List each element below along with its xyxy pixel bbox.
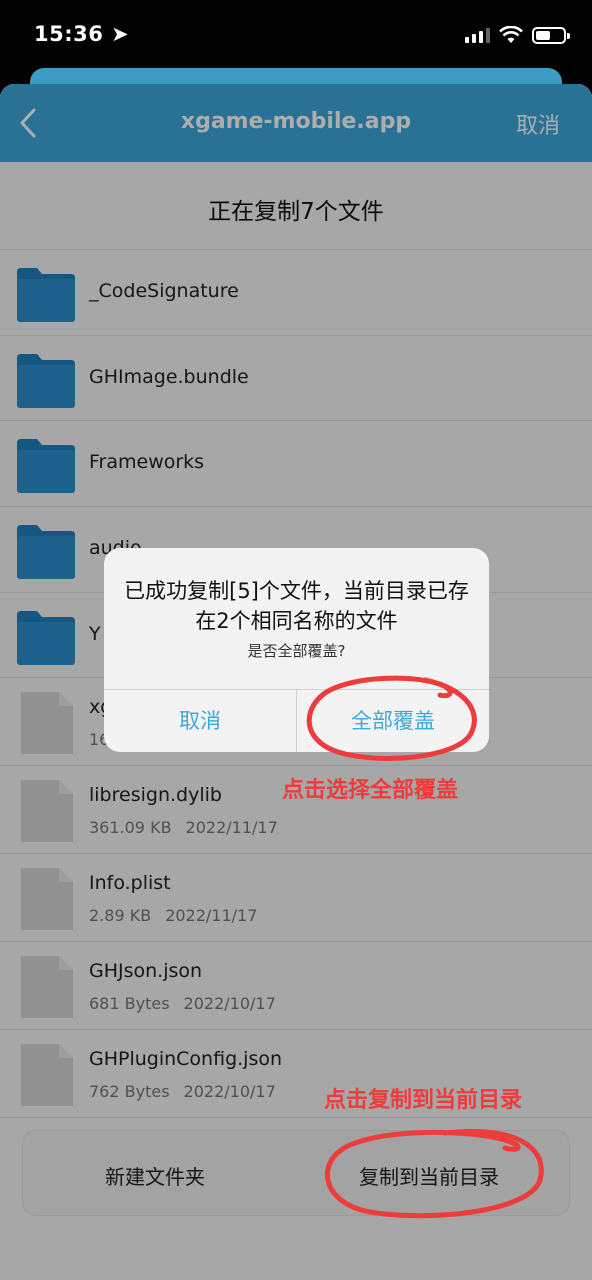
- battery-icon: [532, 26, 570, 44]
- cellular-signal-icon: [465, 27, 490, 43]
- alert-title: 已成功复制[5]个文件，当前目录已存在2个相同名称的文件: [124, 579, 469, 633]
- wifi-icon: [499, 26, 523, 43]
- alert-actions: 取消 全部覆盖: [104, 689, 489, 752]
- alert-cancel-button[interactable]: 取消: [104, 690, 297, 752]
- alert-overwrite-all-button[interactable]: 全部覆盖: [297, 690, 489, 752]
- copy-hint-annotation: 点击复制到当前目录: [324, 1088, 523, 1113]
- alert-message: 是否全部覆盖?: [247, 642, 346, 660]
- status-time: 15:36 ➤: [34, 22, 130, 46]
- overwrite-hint-annotation: 点击选择全部覆盖: [282, 778, 459, 803]
- status-icons: [465, 26, 570, 44]
- overwrite-alert: 已成功复制[5]个文件，当前目录已存在2个相同名称的文件 是否全部覆盖? 取消 …: [104, 548, 489, 752]
- status-bar: 15:36 ➤: [0, 0, 592, 70]
